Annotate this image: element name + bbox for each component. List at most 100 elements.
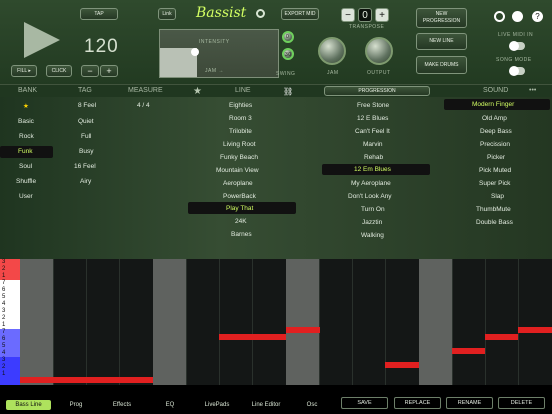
grid-row-label: 5 [0,294,20,301]
palette-icon[interactable] [512,11,523,22]
output-knob[interactable] [365,37,393,65]
new-line-button[interactable]: NEW LINE [416,33,467,50]
grid-row-label: 4 [0,350,20,357]
bass-note-grid[interactable]: 3 2 1 7 6 5 4 3 2 1 7 6 5 4 3 2 1 [0,259,552,385]
intensity-handle[interactable] [191,48,199,56]
line-item[interactable]: Trilobite [229,128,252,135]
tab-eq[interactable]: EQ [160,400,180,410]
click-button[interactable]: CLICK [46,65,72,77]
progression-item[interactable]: Jazztin [362,219,382,226]
progression-item[interactable]: 12 E Blues [357,115,388,122]
progression-item[interactable]: Walking [361,232,384,239]
sound-item[interactable]: Old Amp [482,115,507,122]
line-item[interactable]: Mountain View [216,167,259,174]
tab-bass-line[interactable]: Bass Line [6,400,51,410]
song-mode-toggle[interactable] [509,66,525,76]
sound-header: SOUND [483,87,509,94]
tab-prog[interactable]: Prog [62,400,90,410]
sound-item[interactable]: Double Bass [476,219,513,226]
bass-note[interactable] [286,327,320,333]
tempo-plus-button[interactable]: + [100,65,118,77]
intensity-pad[interactable]: INTENSITY JAM → [159,29,279,78]
favorite-icon[interactable]: ★ [193,86,202,97]
save-button[interactable]: SAVE [341,397,388,409]
progression-item[interactable]: Don't Look Any [348,193,392,200]
sound-item[interactable]: Pick Muted [479,167,511,174]
bass-note[interactable] [385,362,419,368]
line-item[interactable]: Room 3 [229,115,252,122]
transpose-plus-button[interactable]: + [375,8,389,22]
tag-item[interactable]: 16 Feel [74,163,96,170]
tag-item[interactable]: Busy [79,148,93,155]
bass-note[interactable] [518,327,552,333]
sound-item[interactable]: ThumbMute [476,206,511,213]
tab-line-editor[interactable]: Line Editor [245,400,287,410]
tempo-display[interactable]: 120 [84,36,119,58]
tab-livepads[interactable]: LivePads [198,400,236,410]
transpose-label: TRANSPOSE [349,24,385,30]
progression-item[interactable]: Turn On [361,206,385,213]
export-mid-button[interactable]: EXPORT MID [281,8,319,20]
measure-value[interactable]: 4 / 4 [137,102,150,109]
line-item[interactable]: 24K [235,218,247,225]
bank-item[interactable]: Rock [19,133,34,140]
bass-note[interactable] [452,348,485,354]
line-item[interactable]: Living Root [223,141,256,148]
progression-item[interactable]: Free Stone [357,102,389,109]
transpose-minus-button[interactable]: − [341,8,355,22]
live-midi-toggle[interactable] [509,41,525,51]
link-icon[interactable]: ⛓ [283,87,293,96]
grid-column-line [352,259,353,385]
bank-item[interactable]: Funk [18,148,32,155]
gear-icon[interactable] [494,11,505,22]
line-item[interactable]: Aeroplane [223,180,253,187]
bank-item[interactable]: User [19,193,33,200]
help-icon[interactable]: ? [532,11,543,22]
delete-button[interactable]: DELETE [498,397,545,409]
play-icon[interactable] [24,22,60,58]
progression-header-button[interactable]: PROGRESSION [324,86,430,96]
sound-item[interactable]: Slap [491,193,504,200]
progression-item[interactable]: Can't Feel It [355,128,390,135]
tag-item[interactable]: 8 Feel [78,102,96,109]
tab-effects[interactable]: Effects [106,400,138,410]
sound-item[interactable]: Deep Bass [480,128,512,135]
line-item[interactable]: Funky Beach [220,154,258,161]
tag-item[interactable]: Full [81,133,91,140]
line-item[interactable]: Barnes [231,231,252,238]
progression-item[interactable]: Rehab [364,154,383,161]
line-item[interactable]: Play That [226,205,253,212]
line-item[interactable]: Eighties [229,102,252,109]
tap-button[interactable]: TAP [80,8,118,20]
progression-item[interactable]: My Aeroplane [351,180,391,187]
tag-item[interactable]: Airy [80,178,91,185]
bank-item[interactable]: Shuffle [16,178,36,185]
fill-button[interactable]: FILL ▸ [11,65,37,77]
rename-button[interactable]: RENAME [446,397,493,409]
link-button[interactable]: Link [158,8,176,20]
grid-row-label: 4 [0,301,20,308]
line-item[interactable]: PowerBack [223,193,256,200]
settings-icon[interactable] [256,9,265,18]
tempo-minus-button[interactable]: − [81,65,99,77]
grid-column-line [319,259,320,385]
sound-item[interactable]: Picker [487,154,505,161]
progression-item[interactable]: Marvin [363,141,383,148]
bass-note[interactable] [485,334,518,340]
tab-osc[interactable]: Osc [300,400,324,410]
bank-item[interactable]: ★ [23,102,29,110]
more-menu-icon[interactable]: ••• [529,87,536,94]
new-progression-button[interactable]: NEW PROGRESSION [416,8,467,28]
sound-item[interactable]: Super Pick [479,180,510,187]
sound-item[interactable]: Modern Finger [472,101,514,108]
make-drums-button[interactable]: MAKE DRUMS [416,56,467,74]
tag-item[interactable]: Quiet [78,118,94,125]
jam-knob[interactable] [318,37,346,65]
replace-button[interactable]: REPLACE [394,397,441,409]
bass-note[interactable] [20,377,153,383]
bank-item[interactable]: Soul [19,163,32,170]
progression-item[interactable]: 12 Em Blues [354,166,391,173]
sound-item[interactable]: Precission [480,141,510,148]
bass-note[interactable] [219,334,286,340]
bank-item[interactable]: Basic [18,118,34,125]
